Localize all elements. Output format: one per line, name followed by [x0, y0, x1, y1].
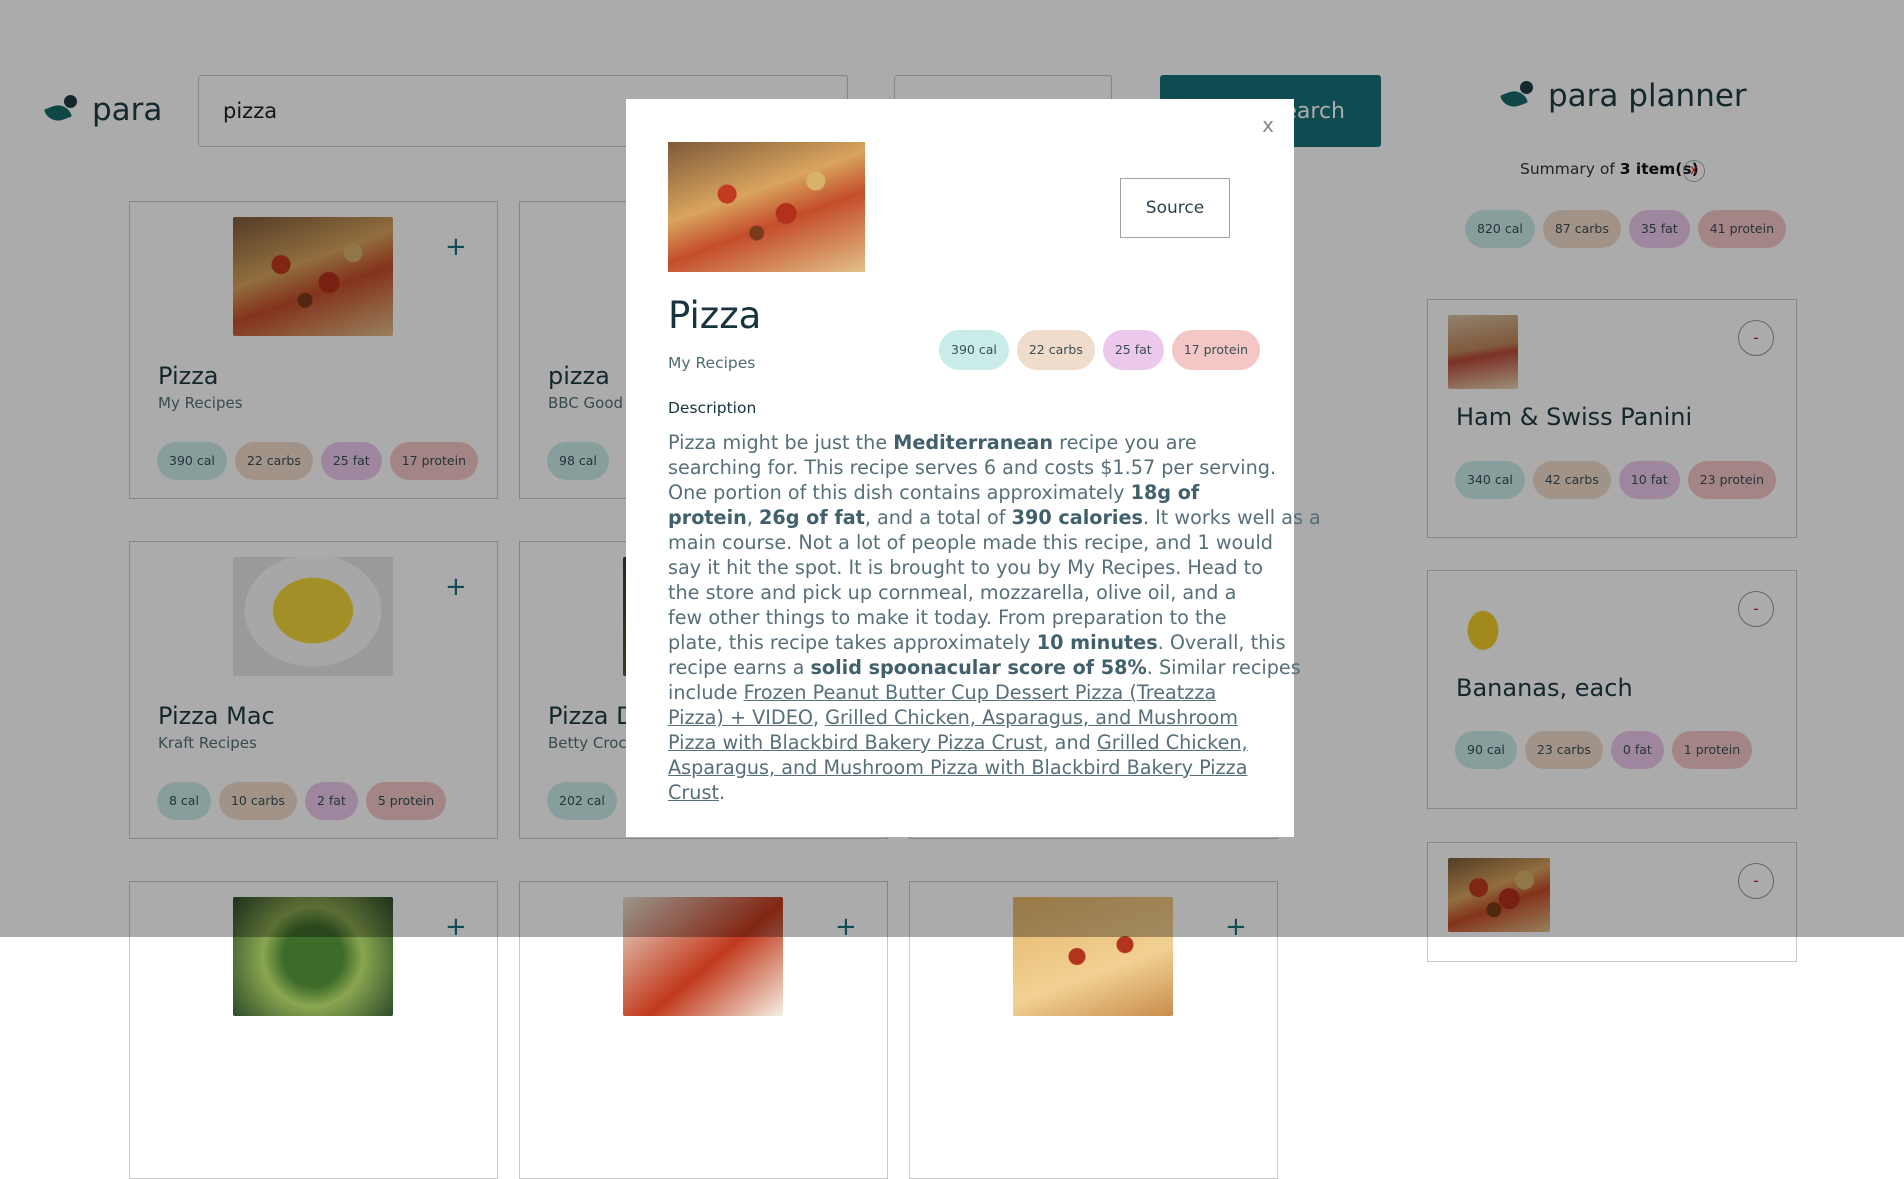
fat-badge: 25 fat [1102, 330, 1164, 370]
description-body: Pizza might be just the Mediterranean re… [668, 431, 1321, 804]
similar-recipe-link-3[interactable]: Crust [668, 781, 719, 804]
recipe-image [668, 142, 865, 272]
source-button[interactable]: Source [1120, 178, 1230, 238]
recipe-source: My Recipes [668, 354, 756, 372]
similar-recipe-link-1[interactable]: Pizza) + VIDEO [668, 706, 813, 729]
close-icon[interactable]: x [1262, 113, 1274, 137]
similar-recipe-link-1[interactable]: Frozen Peanut Butter Cup Dessert Pizza (… [744, 681, 1217, 704]
calories-badge: 390 cal [939, 330, 1009, 370]
protein-badge: 17 protein [1171, 330, 1261, 370]
nutrition-badges: 390 cal 22 carbs 25 fat 17 protein [939, 330, 1261, 370]
recipe-title: Pizza [668, 294, 762, 337]
description-heading: Description [668, 399, 757, 417]
similar-recipe-link-2[interactable]: Pizza with Blackbird Bakery Pizza Crust [668, 731, 1042, 754]
carbs-badge: 22 carbs [1016, 330, 1095, 370]
similar-recipe-link-3[interactable]: Grilled Chicken, [1097, 731, 1248, 754]
similar-recipe-link-2[interactable]: Grilled Chicken, Asparagus, and Mushroom [825, 706, 1238, 729]
similar-recipe-link-3[interactable]: Asparagus, and Mushroom Pizza with Black… [668, 756, 1247, 779]
recipe-detail-modal: x Source Pizza My Recipes 390 cal 22 car… [626, 99, 1321, 837]
